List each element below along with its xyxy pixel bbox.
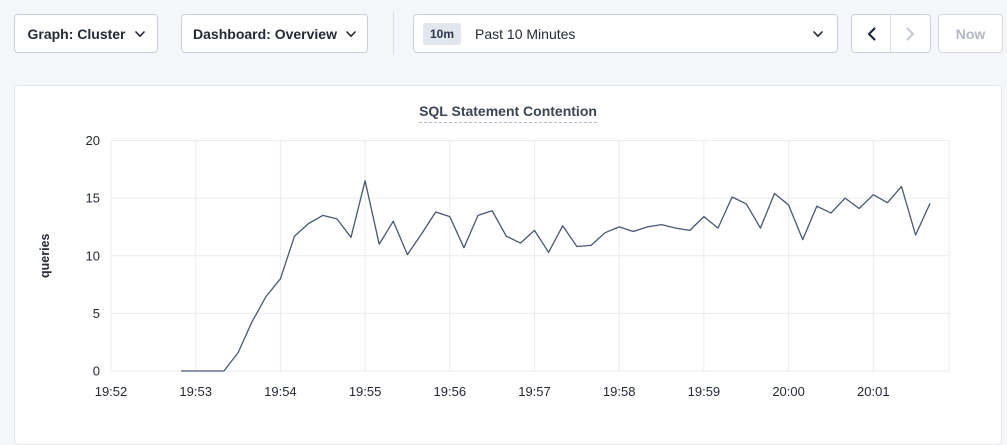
x-tick-label: 19:53 — [179, 384, 212, 399]
chevron-down-icon — [135, 31, 145, 38]
x-tick-label: 19:56 — [434, 384, 467, 399]
toolbar-divider — [393, 12, 394, 55]
y-tick-label: 5 — [93, 306, 100, 321]
graph-dropdown-label: Graph: Cluster — [27, 26, 125, 42]
chart-card: 0 5 10 15 20 19:52 19:53 19:54 19:55 19:56 19:57 19… — [14, 85, 1002, 445]
series-line — [182, 181, 930, 371]
chevron-down-icon — [813, 31, 823, 38]
y-tick-label: 15 — [86, 191, 100, 206]
previous-time-window-button[interactable] — [852, 15, 891, 52]
next-time-window-button[interactable] — [891, 15, 930, 52]
chevron-left-icon — [867, 27, 876, 41]
y-tick-label: 20 — [86, 133, 100, 148]
now-button-label: Now — [956, 26, 986, 42]
chart-area[interactable]: 0 5 10 15 20 19:52 19:53 19:54 19:55 19:56 19:57 19… — [15, 86, 1003, 431]
x-tick-label: 19:55 — [349, 384, 382, 399]
x-tick-label: 19:52 — [95, 384, 128, 399]
chevron-down-icon — [346, 31, 356, 38]
x-tick-label: 20:01 — [857, 384, 890, 399]
metrics-page: Graph: Cluster Dashboard: Overview 10m P… — [0, 0, 1007, 432]
dashboard-dropdown[interactable]: Dashboard: Overview — [181, 14, 368, 53]
x-tick-label: 19:57 — [518, 384, 551, 399]
chart-title[interactable]: SQL Statement Contention — [419, 103, 597, 123]
dashboard-dropdown-label: Dashboard: Overview — [193, 26, 337, 42]
y-axis-label: queries — [38, 233, 52, 278]
graph-dropdown[interactable]: Graph: Cluster — [14, 14, 158, 53]
chevron-right-icon — [906, 27, 915, 41]
time-history-controls — [851, 14, 931, 53]
time-range-badge: 10m — [423, 23, 461, 45]
x-tick-label: 20:00 — [772, 384, 805, 399]
x-tick-label: 19:58 — [603, 384, 636, 399]
y-tick-label: 0 — [93, 364, 100, 379]
now-button[interactable]: Now — [938, 14, 1003, 53]
x-tick-label: 19:54 — [264, 384, 297, 399]
time-range-label: Past 10 Minutes — [475, 26, 575, 42]
x-tick-label: 19:59 — [688, 384, 721, 399]
chart-title-row: SQL Statement Contention — [15, 86, 1001, 123]
y-tick-label: 10 — [86, 248, 100, 263]
time-range-picker[interactable]: 10m Past 10 Minutes — [413, 14, 838, 53]
